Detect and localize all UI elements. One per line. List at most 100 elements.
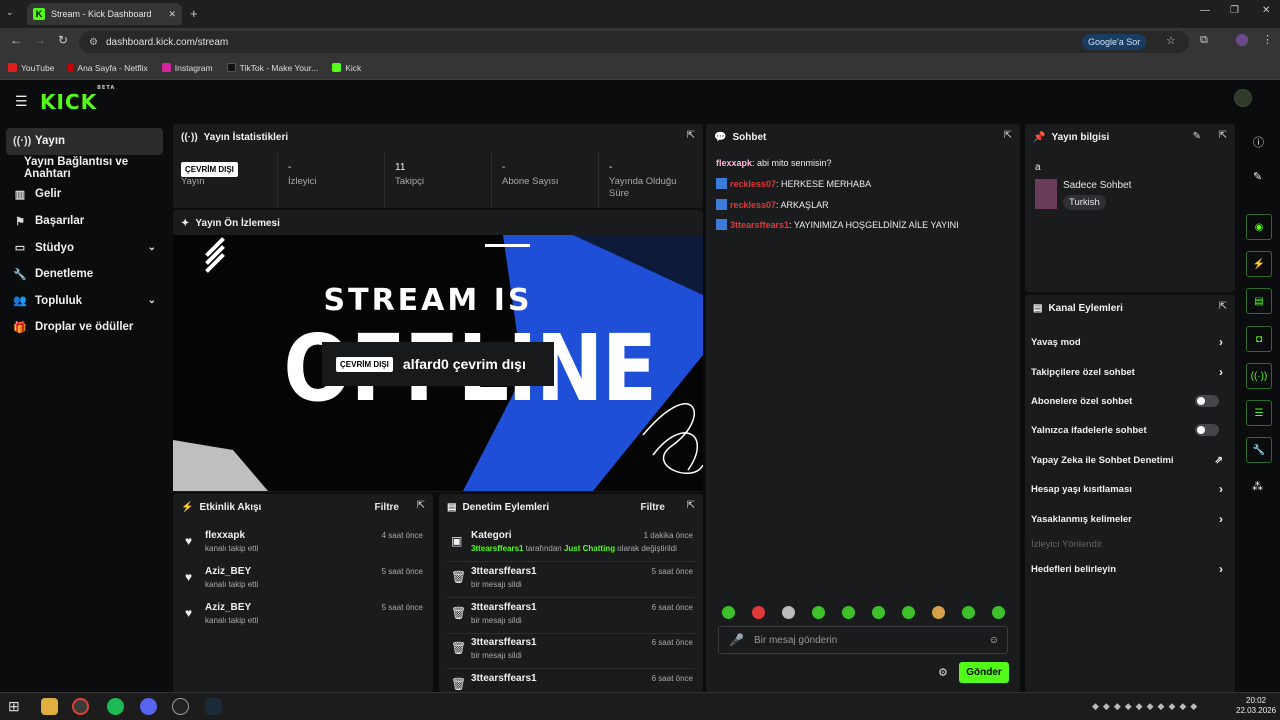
- microphone-icon[interactable]: 🎤: [729, 633, 744, 647]
- emote-icon[interactable]: [902, 606, 915, 619]
- url-input[interactable]: ⚙ dashboard.kick.com/stream: [79, 31, 1189, 53]
- bookmark-star-icon[interactable]: ☆: [1166, 34, 1176, 47]
- broadcast-icon[interactable]: ((·)): [1246, 363, 1272, 389]
- sidebar-item-yayin[interactable]: ((·)) Yayın: [6, 128, 163, 155]
- extensions-icon[interactable]: ⧉: [1200, 34, 1208, 47]
- trash-icon: 🗑: [451, 641, 467, 655]
- bookmark-label: Ana Sayfa - Netflix: [77, 62, 148, 73]
- tab-close-icon[interactable]: ✕: [168, 9, 176, 20]
- chat-settings-icon[interactable]: ⚙: [938, 666, 948, 679]
- close-window-icon[interactable]: ✕: [1262, 5, 1270, 16]
- sidebar-item-stream-key[interactable]: Yayın Bağlantısı ve Anahtarı: [0, 155, 168, 182]
- pencil-icon[interactable]: ✎: [1253, 170, 1262, 183]
- bookmark-netflix[interactable]: Ana Sayfa - Netflix: [68, 62, 148, 73]
- spotify-icon[interactable]: [107, 698, 124, 715]
- list-item: ♥ flexxapk kanalı takip etti 4 saat önce: [181, 528, 425, 562]
- restore-icon[interactable]: ❐: [1230, 5, 1239, 16]
- clock[interactable]: 20:02 22.03.2026: [1236, 696, 1276, 716]
- site-info-icon[interactable]: ⚙: [89, 37, 98, 48]
- reload-icon[interactable]: ↻: [58, 33, 68, 47]
- google-ask-button[interactable]: Google'a Sor: [1082, 34, 1147, 50]
- popout-icon[interactable]: ⇱: [1219, 301, 1227, 312]
- chat-username[interactable]: flexxapk: [716, 158, 752, 168]
- tab-search-icon[interactable]: ⌄: [6, 7, 14, 18]
- list-icon[interactable]: ☰: [1246, 400, 1272, 426]
- sidebar-item-topluluk[interactable]: 👥 Topluluk ⌄: [0, 288, 168, 315]
- emote-icon[interactable]: [962, 606, 975, 619]
- emoji-icon[interactable]: ☺: [989, 635, 1007, 646]
- document-icon[interactable]: ▤: [1246, 288, 1272, 314]
- emote-icon[interactable]: [722, 606, 735, 619]
- discord-icon[interactable]: [140, 698, 157, 715]
- bookmark-label: Instagram: [174, 62, 213, 73]
- popout-icon[interactable]: ⇱: [687, 500, 695, 511]
- chrome-icon[interactable]: [72, 698, 89, 715]
- system-tray-icons[interactable]: ◆◆◆◆◆◆◆◆◆◆: [1092, 701, 1201, 712]
- kick-logo[interactable]: KICKBETA: [40, 85, 115, 114]
- action-followers-only[interactable]: Takipçilere özel sohbet ›: [1031, 359, 1227, 385]
- emote-icon[interactable]: [812, 606, 825, 619]
- popout-icon[interactable]: ⇱: [687, 130, 695, 141]
- action-banned-words[interactable]: Yasaklanmış kelimeler ›: [1031, 506, 1227, 532]
- emote-icon[interactable]: [752, 606, 765, 619]
- action-slow-mode[interactable]: Yavaş mod ›: [1031, 329, 1227, 355]
- popout-icon[interactable]: ⇱: [417, 500, 425, 511]
- emote-icon[interactable]: [872, 606, 885, 619]
- user-avatar[interactable]: [1234, 89, 1252, 107]
- list-item: 🗑 3ttearsffears1 bir mesajı sildi 5 saat ön…: [447, 564, 695, 598]
- popout-icon[interactable]: ⇱: [1219, 130, 1227, 141]
- category-name[interactable]: Sadece Sohbet: [1063, 180, 1131, 191]
- back-icon[interactable]: ←: [10, 33, 22, 47]
- emote-icon[interactable]: [992, 606, 1005, 619]
- chat-username[interactable]: reckless07: [730, 200, 776, 210]
- toggle-switch[interactable]: [1195, 395, 1219, 407]
- browser-tab-bar: ⌄ K Stream - Kick Dashboard ✕ + — ❐ ✕: [0, 0, 1280, 28]
- item-name: 3ttearsffears1: [471, 637, 537, 648]
- chat-input[interactable]: 🎤 Bir mesaj gönderin ☺: [718, 626, 1008, 654]
- chat-username[interactable]: 3ttearsffears1: [730, 220, 789, 230]
- chevron-right-icon: ›: [1219, 365, 1223, 379]
- new-tab-icon[interactable]: +: [190, 6, 198, 21]
- minimize-icon[interactable]: —: [1200, 5, 1210, 16]
- menu-icon[interactable]: ⋮: [1262, 33, 1273, 46]
- action-set-goals[interactable]: Hedefleri belirleyin ›: [1031, 556, 1227, 582]
- obs-icon[interactable]: [172, 698, 189, 715]
- bookmark-instagram[interactable]: Instagram: [161, 62, 213, 73]
- camera-icon[interactable]: ◉: [1246, 214, 1272, 240]
- steam-icon[interactable]: [205, 698, 222, 715]
- emote-icon[interactable]: [932, 606, 945, 619]
- emote-icon[interactable]: [842, 606, 855, 619]
- bookmark-kick[interactable]: Kick: [332, 63, 361, 73]
- hamburger-menu-icon[interactable]: ☰: [15, 93, 28, 110]
- file-explorer-icon[interactable]: [41, 698, 58, 715]
- info-icon[interactable]: ⓘ: [1253, 134, 1264, 150]
- edit-icon[interactable]: ✎: [1193, 131, 1201, 142]
- sidebar-item-droplar[interactable]: 🎁 Droplar ve ödüller: [0, 314, 168, 341]
- wrench-icon[interactable]: 🔧: [1246, 437, 1272, 463]
- browser-tab[interactable]: K Stream - Kick Dashboard ✕: [27, 3, 182, 25]
- send-button[interactable]: Gönder: [959, 662, 1009, 683]
- chat-bubble-icon[interactable]: ◘: [1246, 326, 1272, 352]
- forward-icon[interactable]: →: [34, 33, 46, 47]
- bolt-icon[interactable]: ⚡: [1246, 251, 1272, 277]
- more-apps-icon[interactable]: ⁂: [1252, 480, 1263, 493]
- profile-avatar[interactable]: [1236, 34, 1248, 46]
- chat-username[interactable]: reckless07: [730, 179, 776, 189]
- popout-icon[interactable]: ⇱: [1004, 130, 1012, 141]
- filter-button[interactable]: Filtre: [641, 502, 665, 513]
- chat-message: 3ttearsffears1: YAYINIMIZA HOŞGELDİNİZ A…: [716, 219, 959, 230]
- action-account-age[interactable]: Hesap yaşı kısıtlaması ›: [1031, 476, 1227, 502]
- sidebar-item-gelir[interactable]: ▥ Gelir: [0, 181, 168, 208]
- filter-button[interactable]: Filtre: [375, 502, 399, 513]
- bookmark-youtube[interactable]: YouTube: [8, 63, 54, 73]
- windows-start-icon[interactable]: ⊞: [8, 698, 25, 715]
- bookmark-tiktok[interactable]: TikTok - Make Your...: [226, 63, 318, 73]
- heart-icon: ♥: [185, 570, 193, 584]
- sidebar-item-denetleme[interactable]: 🔧 Denetleme: [0, 261, 168, 288]
- sidebar-item-studyo[interactable]: ▭ Stüdyo ⌄: [0, 234, 168, 261]
- toggle-switch[interactable]: [1195, 424, 1219, 436]
- emote-icon[interactable]: [782, 606, 795, 619]
- language-tag[interactable]: Turkish: [1063, 195, 1106, 210]
- sidebar-item-basarilar[interactable]: ⚑ Başarılar: [0, 208, 168, 235]
- action-ai-moderation[interactable]: Yapay Zeka ile Sohbet Denetimi ⇗: [1031, 447, 1227, 473]
